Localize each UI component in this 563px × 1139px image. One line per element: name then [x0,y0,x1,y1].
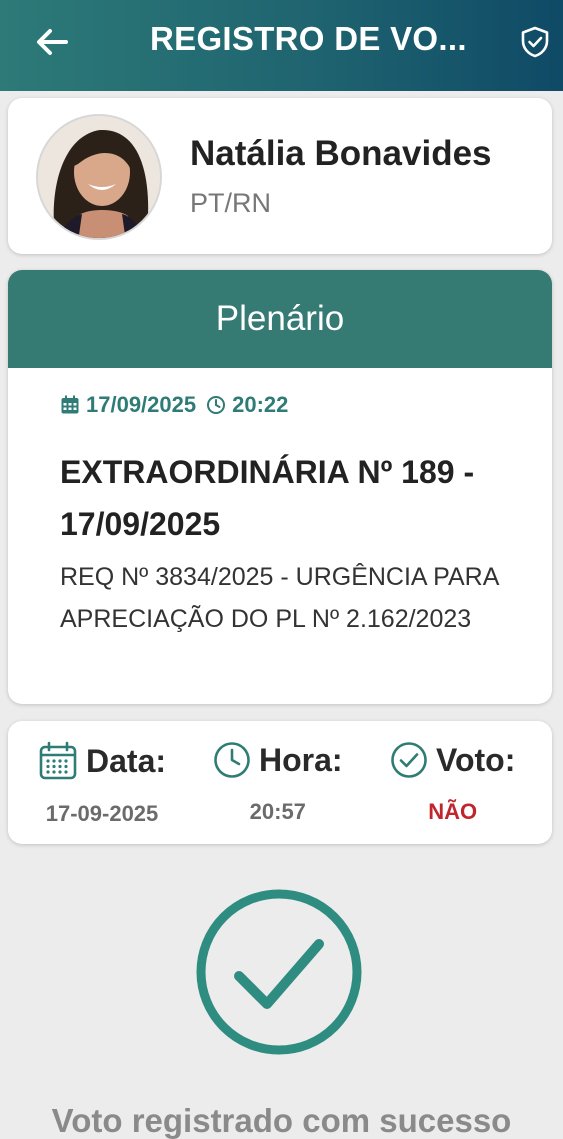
vote-choice-column: Voto: NÃO [390,741,515,825]
calendar-icon [39,741,77,780]
clock-icon [214,742,250,778]
vote-date-column: Data: 17-09-2025 [38,741,166,827]
vote-time-value: 20:57 [249,799,306,824]
check-circle-icon [391,742,427,778]
check-circle-icon [196,889,362,1055]
session-description: REQ Nº 3834/2025 - URGÊNCIA PARA APRECIA… [60,563,499,633]
shield-check-icon [521,26,549,58]
success-message: Voto registrado com sucesso [51,1102,512,1139]
session-card: Plenário 17/09/2025 20:22 EXTRAORDINÁRIA… [8,270,552,704]
vote-date-label: Data: [86,742,167,779]
session-date: 17/09/2025 [86,392,197,417]
session-header-title: Plenário [215,299,345,338]
page-title: REGISTRO DE VO... [150,20,467,57]
vote-choice-label: Voto: [436,741,516,778]
calendar-icon [61,395,79,414]
security-button[interactable] [517,24,553,60]
vote-date-value: 17-09-2025 [45,801,159,826]
back-button[interactable] [30,22,74,62]
clock-icon [207,396,226,414]
avatar [36,114,162,240]
vote-choice-value: NÃO [428,799,478,824]
vote-time-column: Hora: 20:57 [213,741,343,825]
deputy-party: PT/RN [190,188,271,218]
app-bar: REGISTRO DE VO... [0,0,563,91]
vote-time-label: Hora: [259,741,343,778]
deputy-name: Natália Bonavides [190,134,492,173]
session-time: 20:22 [232,392,289,417]
session-datetime: 17/09/2025 20:22 [60,392,288,418]
session-header: Plenário [8,270,552,368]
arrow-left-icon [37,29,68,55]
vote-info-card: Data: 17-09-2025 Hora: 20:57 Voto: NÃO [8,721,552,844]
session-title: EXTRAORDINÁRIA Nº 189 - 17/09/2025 [60,454,475,542]
deputy-profile-card: Natália Bonavides PT/RN [8,98,552,254]
